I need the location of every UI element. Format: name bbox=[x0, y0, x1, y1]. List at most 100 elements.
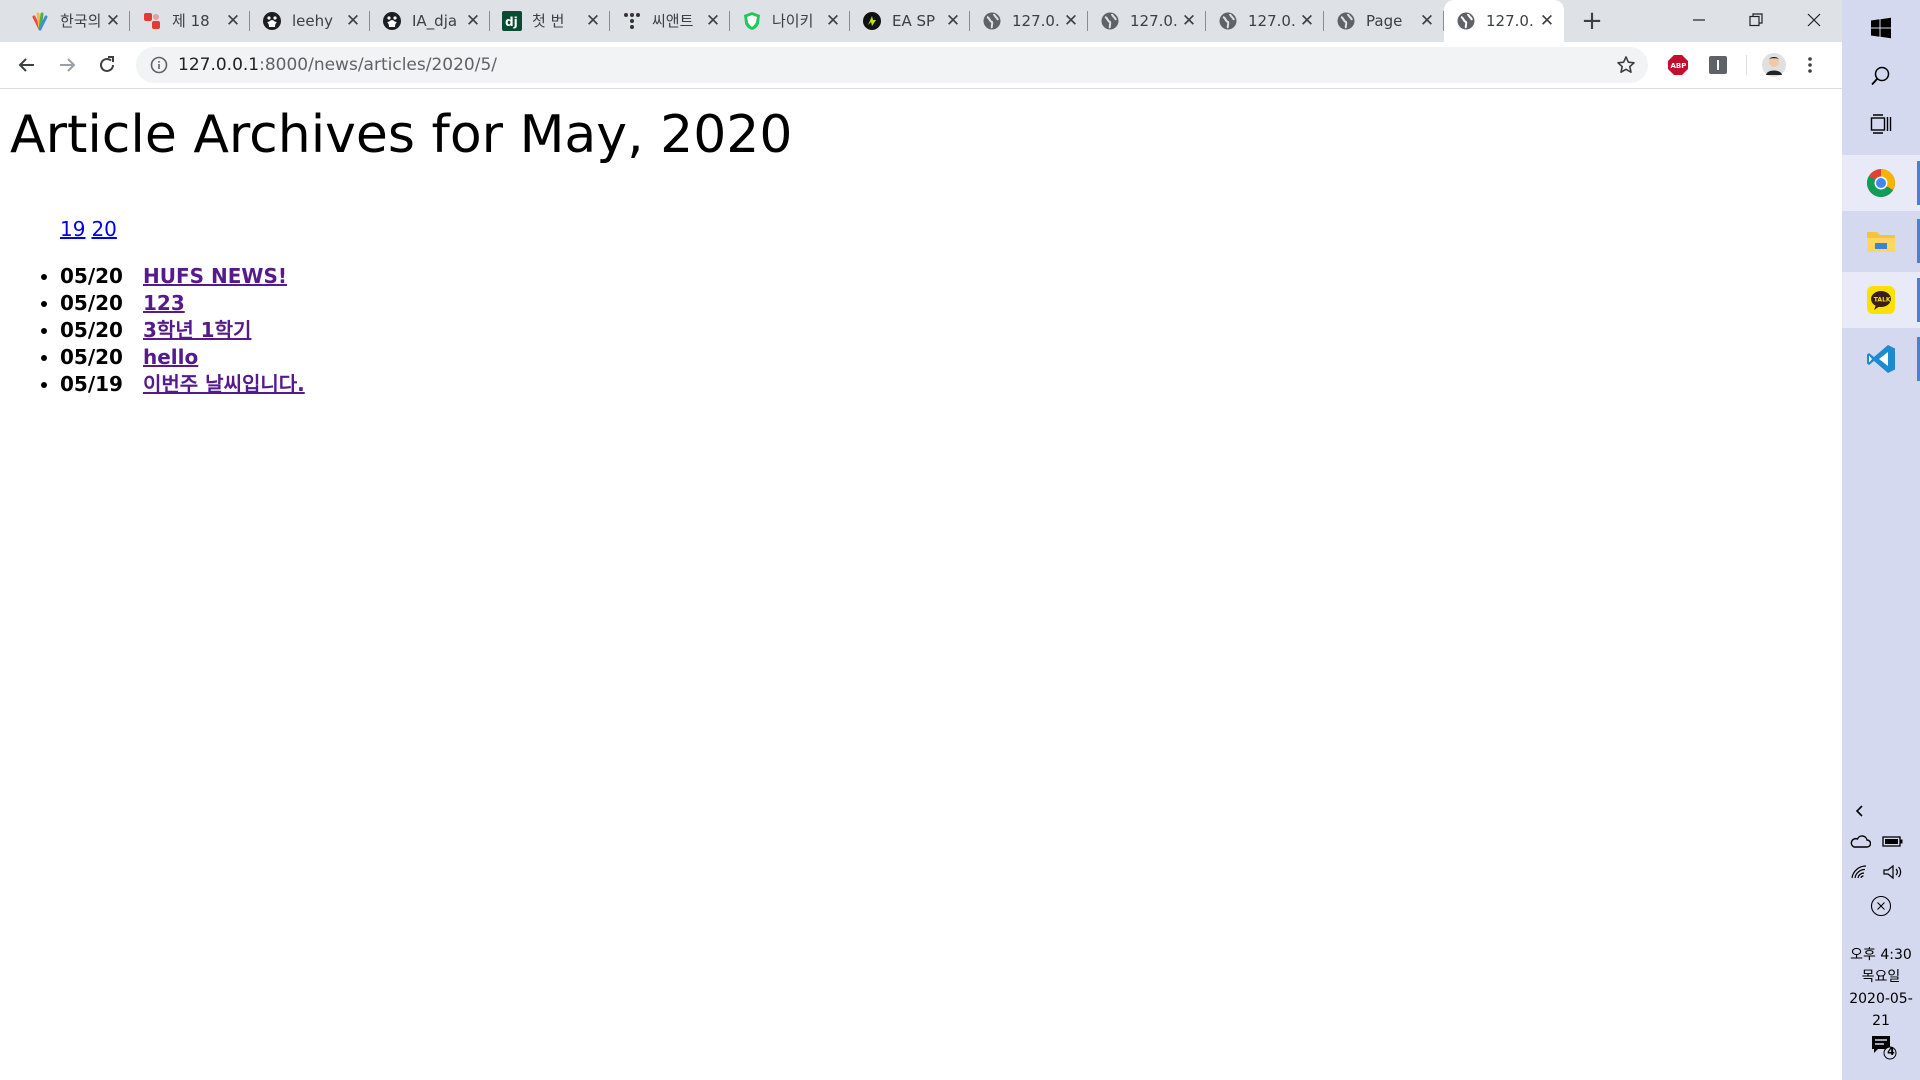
globe-icon bbox=[1100, 11, 1120, 31]
kakao-label: TALK bbox=[1874, 297, 1891, 304]
reload-icon bbox=[100, 56, 114, 72]
close-icon[interactable]: ✕ bbox=[1418, 12, 1436, 30]
address-bar[interactable]: 127.0.0.1:8000/news/articles/2020/5/ bbox=[136, 47, 1648, 83]
adblock-extension-icon[interactable]: ABP bbox=[1666, 53, 1690, 77]
tab[interactable]: 나이키 ✕ bbox=[730, 0, 850, 42]
notification-count: 4 bbox=[1887, 1045, 1895, 1058]
tab[interactable]: Page ✕ bbox=[1324, 0, 1444, 42]
close-icon[interactable]: ✕ bbox=[1298, 12, 1316, 30]
dots-icon bbox=[622, 11, 642, 31]
forward-button[interactable] bbox=[51, 49, 83, 81]
article-link[interactable]: HUFS NEWS! bbox=[143, 264, 287, 288]
page-viewport: Article Archives for May, 2020 1920 05/2… bbox=[0, 89, 1842, 1080]
list-item: 05/20 hello bbox=[60, 344, 305, 371]
taskbar-chrome[interactable] bbox=[1842, 155, 1920, 211]
volume-icon[interactable] bbox=[1882, 861, 1904, 883]
url-host: 127.0.0.1 bbox=[178, 55, 260, 75]
tab[interactable]: IA_dja ✕ bbox=[370, 0, 490, 42]
tab[interactable]: 127.0. ✕ bbox=[1206, 0, 1324, 42]
show-hidden-icons-chevron-icon[interactable] bbox=[1849, 800, 1871, 822]
action-center-button[interactable]: 4 bbox=[1870, 1034, 1898, 1060]
tab[interactable]: 한국의 ✕ bbox=[18, 0, 130, 42]
article-link[interactable]: 123 bbox=[143, 291, 185, 315]
article-date: 05/20 bbox=[60, 345, 123, 369]
tab-title: 127.0. bbox=[1486, 12, 1534, 30]
network-wifi-icon[interactable] bbox=[1849, 861, 1871, 883]
reload-button[interactable] bbox=[91, 49, 123, 81]
clock-weekday[interactable]: 목요일 bbox=[1842, 966, 1920, 988]
extension-icon[interactable] bbox=[1706, 53, 1730, 77]
close-icon[interactable]: ✕ bbox=[704, 12, 722, 30]
taskbar-kakaotalk[interactable]: TALK bbox=[1842, 272, 1920, 328]
page-title: Article Archives for May, 2020 bbox=[10, 105, 793, 165]
tab[interactable]: 127.0. ✕ bbox=[1088, 0, 1206, 42]
tab[interactable]: 제 18 ✕ bbox=[130, 0, 250, 42]
url-text[interactable]: 127.0.0.1:8000/news/articles/2020/5/ bbox=[178, 55, 497, 75]
close-icon[interactable]: ✕ bbox=[104, 12, 122, 30]
close-icon[interactable]: ✕ bbox=[1180, 12, 1198, 30]
profile-avatar[interactable] bbox=[1762, 53, 1786, 77]
restore-button[interactable] bbox=[1728, 0, 1784, 40]
article-date: 05/20 bbox=[60, 291, 123, 315]
new-tab-button[interactable]: + bbox=[1578, 8, 1606, 36]
close-icon[interactable]: ✕ bbox=[824, 12, 842, 30]
tab-title: EA SP bbox=[892, 12, 936, 30]
close-icon[interactable]: ✕ bbox=[224, 12, 242, 30]
clock-date[interactable]: 2020-05-21 bbox=[1842, 988, 1920, 1032]
url-path: :8000/news/articles/2020/5/ bbox=[259, 55, 497, 75]
close-icon[interactable]: ✕ bbox=[584, 12, 602, 30]
taskbar-vscode[interactable] bbox=[1842, 331, 1920, 387]
clock-time[interactable]: 오후 4:30 bbox=[1842, 944, 1920, 966]
tab-title: 씨앤트 bbox=[652, 12, 694, 30]
day-archive-links: 19 20 bbox=[60, 217, 123, 241]
green-shield-icon bbox=[742, 11, 762, 31]
article-link[interactable]: 이번주 날씨입니다. bbox=[143, 372, 305, 396]
bookmark-star-icon[interactable] bbox=[1614, 53, 1638, 77]
taskbar-file-explorer[interactable] bbox=[1842, 213, 1920, 269]
menu-kebab-icon[interactable] bbox=[1798, 53, 1822, 77]
ea-icon bbox=[862, 11, 882, 31]
tab-title: 127.0. bbox=[1012, 12, 1060, 30]
info-icon[interactable] bbox=[150, 56, 168, 74]
tab[interactable]: leehy ✕ bbox=[250, 0, 370, 42]
tab[interactable]: dj 첫 번 ✕ bbox=[490, 0, 610, 42]
svg-text:dj: dj bbox=[505, 15, 518, 29]
globe-icon bbox=[1336, 11, 1356, 31]
toolbar-divider bbox=[1746, 55, 1747, 75]
back-button[interactable] bbox=[11, 49, 43, 81]
task-view-button[interactable] bbox=[1842, 96, 1920, 152]
day-link-19[interactable]: 19 bbox=[60, 217, 85, 241]
minimize-button[interactable] bbox=[1671, 0, 1727, 40]
close-icon[interactable]: ✕ bbox=[1538, 12, 1556, 30]
tab-active[interactable]: 127.0. ✕ bbox=[1444, 0, 1564, 42]
tab[interactable]: 127.0. ✕ bbox=[970, 0, 1088, 42]
tab-title: 127.0. bbox=[1248, 12, 1296, 30]
github-icon bbox=[262, 11, 282, 31]
close-icon[interactable]: ✕ bbox=[464, 12, 482, 30]
article-link[interactable]: 3학년 1학기 bbox=[143, 318, 251, 342]
globe-icon bbox=[1456, 11, 1476, 31]
folder-icon bbox=[1867, 232, 1895, 252]
kakaotalk-icon: TALK bbox=[1867, 286, 1895, 314]
onedrive-cloud-icon[interactable] bbox=[1849, 830, 1871, 852]
task-view-icon bbox=[1870, 114, 1892, 134]
globe-icon bbox=[982, 11, 1002, 31]
close-icon[interactable]: ✕ bbox=[1062, 12, 1080, 30]
tab[interactable]: EA SP ✕ bbox=[850, 0, 970, 42]
close-window-button[interactable] bbox=[1786, 0, 1842, 40]
vscode-icon bbox=[1867, 345, 1895, 373]
tab-title: 첫 번 bbox=[532, 12, 565, 30]
minimize-icon bbox=[1693, 19, 1705, 21]
tab[interactable]: 씨앤트 ✕ bbox=[610, 0, 730, 42]
windows-logo-icon bbox=[1871, 17, 1891, 39]
globe-icon bbox=[1218, 11, 1238, 31]
close-circle-icon[interactable] bbox=[1870, 895, 1892, 917]
tab-title: 제 18 bbox=[172, 12, 210, 30]
close-icon[interactable]: ✕ bbox=[344, 12, 362, 30]
forward-arrow-icon bbox=[60, 58, 76, 72]
battery-icon[interactable] bbox=[1882, 830, 1904, 852]
django-icon: dj bbox=[502, 11, 522, 31]
day-link-20[interactable]: 20 bbox=[91, 217, 116, 241]
close-icon[interactable]: ✕ bbox=[944, 12, 962, 30]
article-link[interactable]: hello bbox=[143, 345, 198, 369]
